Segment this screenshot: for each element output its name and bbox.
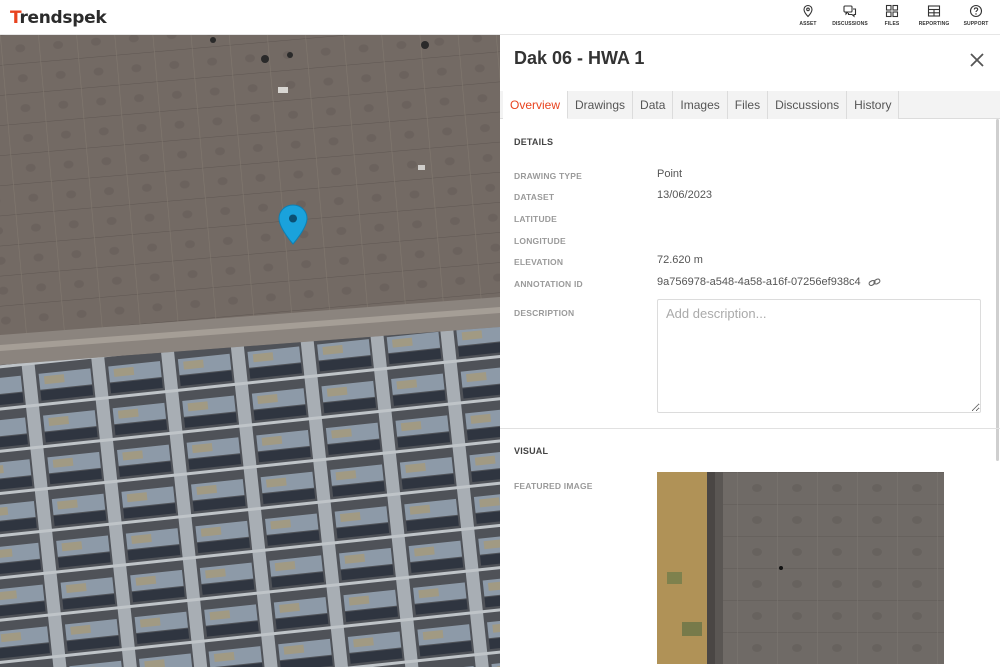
latitude-label: LATITUDE (514, 214, 557, 224)
overview-content: DETAILS DRAWING TYPE Point DATASET 13/06… (500, 120, 1000, 667)
nav-asset[interactable]: ASSET (790, 4, 826, 32)
nav-discussions-label: DISCUSSIONS (832, 21, 868, 27)
tab-files[interactable]: Files (727, 91, 769, 119)
tab-images[interactable]: Images (673, 91, 728, 119)
location-pin-icon (803, 4, 813, 18)
dataset-label: DATASET (514, 192, 555, 202)
section-divider (500, 428, 1000, 429)
nav-discussions[interactable]: DISCUSSIONS (830, 4, 870, 32)
featured-image-thumbnail (657, 472, 944, 664)
top-nav: ASSET DISCUSSIONS FILES REPORTING SUPPOR… (786, 4, 994, 32)
visual-section-title: VISUAL (514, 446, 549, 456)
panel-title: Dak 06 - HWA 1 (514, 48, 645, 68)
nav-reporting[interactable]: REPORTING (914, 4, 954, 32)
description-label: DESCRIPTION (514, 308, 575, 318)
annotation-panel: Dak 06 - HWA 1 Overview Drawings Data Im… (500, 35, 1000, 667)
featured-image[interactable] (657, 472, 944, 664)
report-table-icon (927, 5, 941, 17)
files-icon (885, 4, 899, 18)
tab-drawings[interactable]: Drawings (568, 91, 634, 119)
trendspek-logo[interactable]: Trendspek (10, 8, 107, 28)
nav-asset-label: ASSET (799, 21, 817, 27)
logo-text-rest: rendspek (19, 8, 107, 28)
help-circle-icon (969, 4, 983, 18)
panel-tabs: Overview Drawings Data Images Files Disc… (500, 91, 1000, 119)
copy-link-icon[interactable] (868, 276, 881, 289)
nav-reporting-label: REPORTING (918, 21, 950, 27)
annotation-id-label: ANNOTATION ID (514, 279, 583, 289)
map-location-marker-icon[interactable] (277, 204, 309, 246)
tab-discussions[interactable]: Discussions (768, 91, 848, 119)
elevation-label: ELEVATION (514, 257, 564, 267)
aerial-roof-imagery (0, 35, 500, 667)
dataset-value: 13/06/2023 (657, 189, 713, 201)
annotation-id-value: 9a756978-a548-4a58-a16f-07256ef938c4 (657, 276, 861, 288)
featured-image-label: FEATURED IMAGE (514, 481, 593, 491)
close-icon[interactable] (968, 51, 986, 69)
chat-bubbles-icon (843, 5, 857, 18)
description-textarea[interactable] (657, 299, 981, 413)
nav-support-label: SUPPORT (963, 21, 989, 27)
nav-support[interactable]: SUPPORT (958, 4, 994, 32)
elevation-value: 72.620 m (657, 254, 703, 266)
nav-files[interactable]: FILES (874, 4, 910, 32)
tab-history[interactable]: History (847, 91, 900, 119)
drawing-type-value: Point (657, 168, 683, 180)
tab-data[interactable]: Data (633, 91, 674, 119)
details-section-title: DETAILS (514, 137, 554, 147)
map-viewer[interactable] (0, 35, 500, 667)
longitude-label: LONGITUDE (514, 236, 566, 246)
tab-overview[interactable]: Overview (503, 91, 569, 119)
drawing-type-label: DRAWING TYPE (514, 171, 583, 181)
top-bar: Trendspek ASSET DISCUSSIONS FILES REPORT… (0, 0, 1000, 35)
nav-files-label: FILES (884, 21, 900, 27)
